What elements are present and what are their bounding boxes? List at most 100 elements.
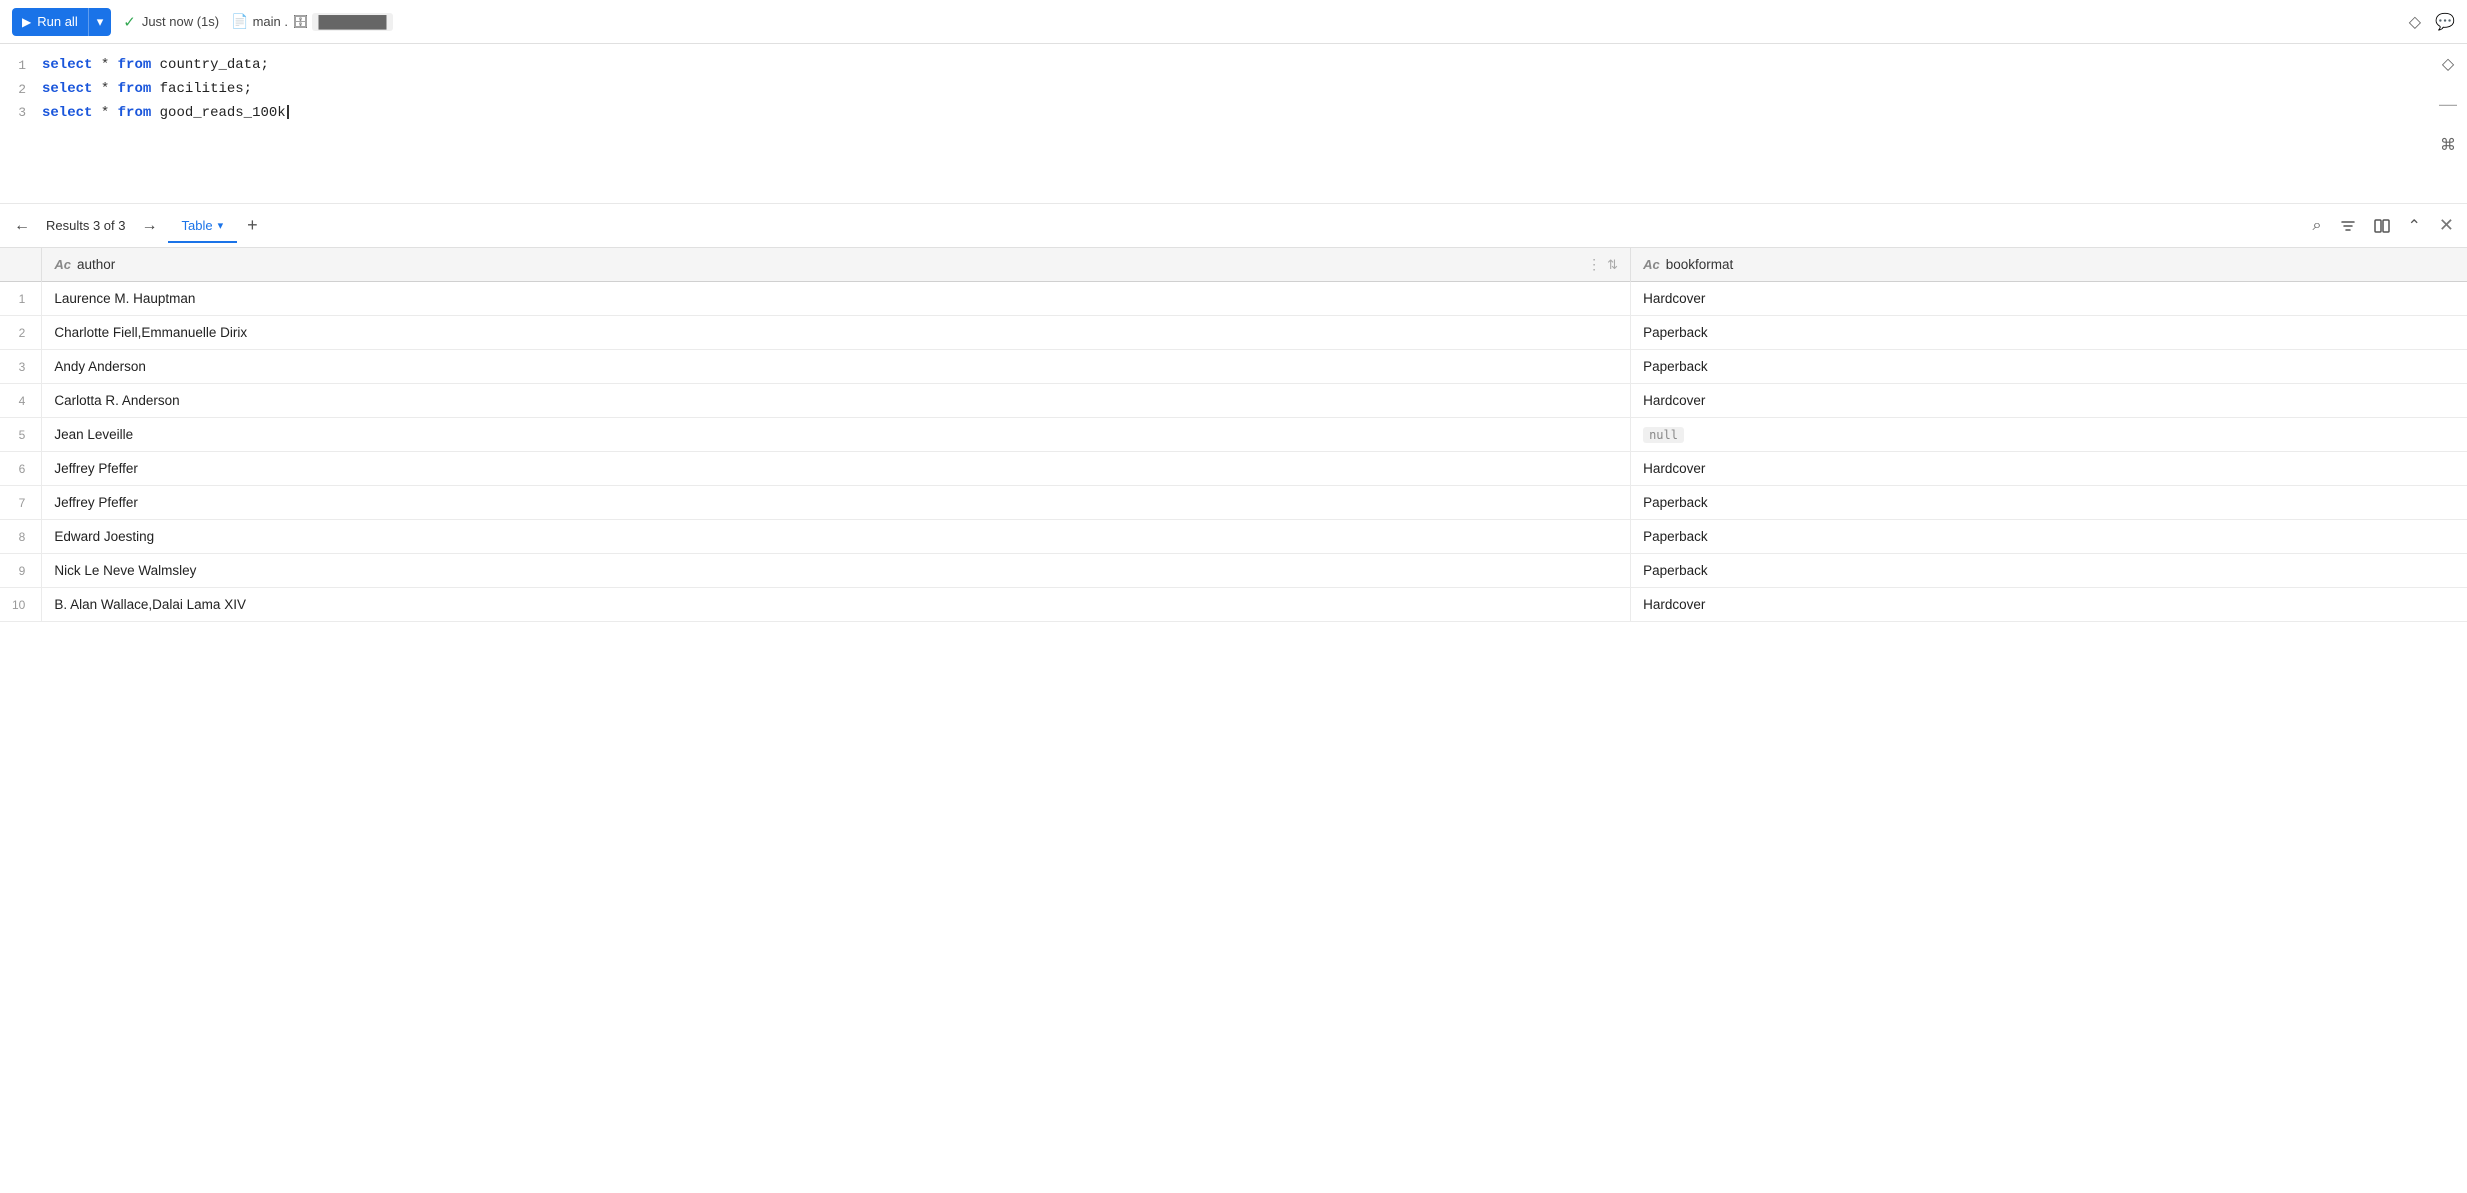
database-icon: 🗄 — [292, 14, 309, 30]
table-name: good_reads_100k — [160, 105, 286, 121]
author-cell: B. Alan Wallace,Dalai Lama XIV — [42, 588, 1631, 622]
row-number: 3 — [0, 350, 42, 384]
results-table-container[interactable]: Ac author ⋮ ⇅ Ac bookformat 1 — [0, 248, 2467, 1193]
close-results-button[interactable]: ✕ — [2434, 211, 2459, 240]
run-all-dropdown[interactable]: ▾ — [88, 8, 112, 36]
table-row: 2Charlotte Fiell,Emmanuelle DirixPaperba… — [0, 316, 2467, 350]
author-cell: Jeffrey Pfeffer — [42, 452, 1631, 486]
table-tab[interactable]: Table ▾ — [168, 210, 238, 243]
line-number-1: 1 — [10, 55, 42, 77]
db-area: 📄 main . 🗄 ████████ — [231, 13, 392, 31]
table-header-row: Ac author ⋮ ⇅ Ac bookformat — [0, 248, 2467, 282]
db-prefix: main . — [253, 14, 288, 29]
row-number: 1 — [0, 282, 42, 316]
bookformat-cell: Hardcover — [1631, 384, 2467, 418]
results-table: Ac author ⋮ ⇅ Ac bookformat 1 — [0, 248, 2467, 622]
table-row: 6Jeffrey PfefferHardcover — [0, 452, 2467, 486]
operator: * — [101, 57, 109, 73]
bookformat-cell: Hardcover — [1631, 452, 2467, 486]
results-label: Results 3 of 3 — [40, 218, 132, 233]
bookformat-column-header: Ac bookformat — [1631, 248, 2467, 282]
code-line-1: 1select * from country_data; — [10, 54, 2457, 78]
table-row: 10B. Alan Wallace,Dalai Lama XIVHardcove… — [0, 588, 2467, 622]
right-divider-line: — — [2439, 94, 2457, 115]
toolbar: ▶ Run all ▾ ✓ Just now (1s) 📄 main . 🗄 █… — [0, 0, 2467, 44]
row-number: 9 — [0, 554, 42, 588]
row-number: 8 — [0, 520, 42, 554]
status-area: ✓ Just now (1s) — [123, 13, 219, 31]
row-number: 7 — [0, 486, 42, 520]
author-type-icon: Ac — [54, 257, 71, 272]
semicolon: ; — [244, 81, 252, 97]
add-tab-button[interactable]: + — [241, 215, 264, 236]
run-all-label: Run all — [37, 14, 77, 29]
code-line-3: 3select * from good_reads_100k — [10, 102, 2457, 126]
keyword: from — [118, 105, 152, 121]
bookformat-col-label: bookformat — [1666, 257, 1734, 272]
code-editor[interactable]: 1select * from country_data;2select * fr… — [0, 54, 2467, 125]
table-name: facilities — [160, 81, 244, 97]
author-sort-icon[interactable]: ⇅ — [1607, 257, 1618, 273]
text-cursor — [287, 105, 289, 119]
table-row: 5Jean Leveillenull — [0, 418, 2467, 452]
row-number: 6 — [0, 452, 42, 486]
filter-results-button[interactable] — [2335, 214, 2361, 238]
table-row: 4Carlotta R. AndersonHardcover — [0, 384, 2467, 418]
line-number-3: 3 — [10, 102, 42, 124]
table-tab-dropdown[interactable]: ▾ — [218, 219, 224, 232]
results-panel: ← Results 3 of 3 → Table ▾ + ⌕ ⌃ ✕ — [0, 204, 2467, 1193]
operator: * — [101, 81, 109, 97]
table-tab-label: Table — [182, 218, 213, 233]
status-label: Just now (1s) — [142, 14, 219, 29]
chat-icon[interactable]: 💬 — [2435, 12, 2455, 32]
author-cell: Charlotte Fiell,Emmanuelle Dirix — [42, 316, 1631, 350]
author-cell: Laurence M. Hauptman — [42, 282, 1631, 316]
search-results-button[interactable]: ⌕ — [2308, 213, 2327, 239]
prev-result-button[interactable]: ← — [8, 213, 36, 239]
table-name: country_data — [160, 57, 261, 73]
row-number: 10 — [0, 588, 42, 622]
right-command-icon[interactable]: ⌘ — [2440, 135, 2456, 155]
row-number: 5 — [0, 418, 42, 452]
toolbar-right: ◇ 💬 — [2409, 12, 2455, 32]
table-row: 9Nick Le Neve WalmsleyPaperback — [0, 554, 2467, 588]
row-num-header — [0, 248, 42, 282]
author-column-header: Ac author ⋮ ⇅ — [42, 248, 1631, 282]
editor-area: 1select * from country_data;2select * fr… — [0, 44, 2467, 204]
author-cell: Jean Leveille — [42, 418, 1631, 452]
table-row: 8Edward JoestingPaperback — [0, 520, 2467, 554]
bookformat-cell: Paperback — [1631, 316, 2467, 350]
row-number: 2 — [0, 316, 42, 350]
sparkle-icon[interactable]: ◇ — [2409, 12, 2421, 32]
table-row: 1Laurence M. HauptmanHardcover — [0, 282, 2467, 316]
keyword: from — [118, 81, 152, 97]
line-number-2: 2 — [10, 79, 42, 101]
table-row: 7Jeffrey PfefferPaperback — [0, 486, 2467, 520]
author-menu-icon[interactable]: ⋮ — [1587, 256, 1601, 273]
play-icon: ▶ — [22, 15, 31, 29]
document-icon: 📄 — [231, 13, 248, 30]
bookformat-type-icon: Ac — [1643, 257, 1660, 272]
operator: * — [101, 105, 109, 121]
run-all-button[interactable]: ▶ Run all ▾ — [12, 8, 111, 36]
right-sparkle-icon[interactable]: ◇ — [2442, 54, 2454, 74]
next-result-button[interactable]: → — [136, 213, 164, 239]
code-line-2: 2select * from facilities; — [10, 78, 2457, 102]
check-icon: ✓ — [123, 13, 136, 31]
bookformat-cell: Paperback — [1631, 554, 2467, 588]
code-content-2: select * from facilities; — [42, 78, 252, 102]
editor-right-icons: ◇ — ⌘ — [2439, 54, 2457, 155]
db-name: ████████ — [312, 13, 392, 31]
row-number: 4 — [0, 384, 42, 418]
keyword: select — [42, 57, 92, 73]
author-cell: Carlotta R. Anderson — [42, 384, 1631, 418]
keyword: select — [42, 105, 92, 121]
collapse-button[interactable]: ⌃ — [2403, 212, 2426, 240]
author-cell: Jeffrey Pfeffer — [42, 486, 1631, 520]
columns-button[interactable] — [2369, 214, 2395, 238]
bookformat-cell: Paperback — [1631, 486, 2467, 520]
author-cell: Nick Le Neve Walmsley — [42, 554, 1631, 588]
bookformat-cell: Paperback — [1631, 350, 2467, 384]
code-content-3: select * from good_reads_100k — [42, 102, 289, 126]
bookformat-cell: Paperback — [1631, 520, 2467, 554]
